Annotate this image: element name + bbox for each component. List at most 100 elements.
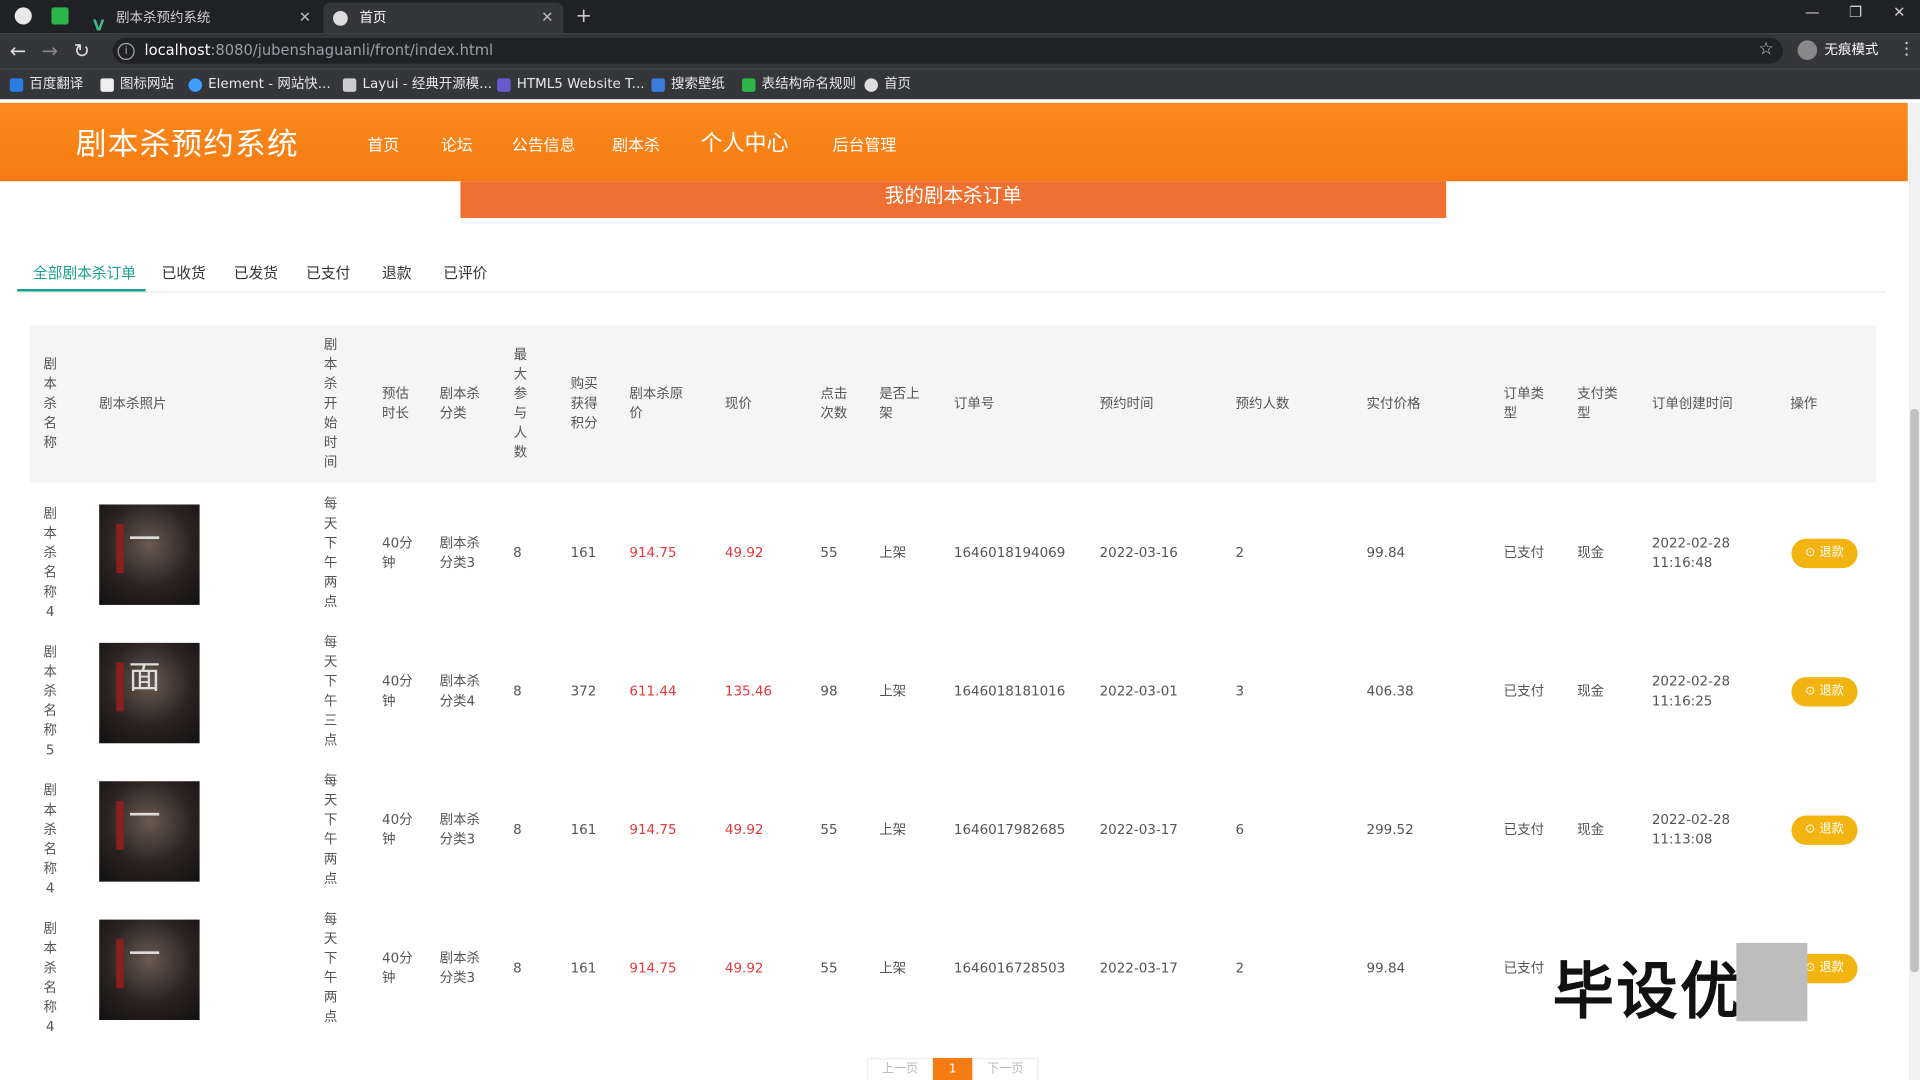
browser-menu-icon[interactable]	[14, 7, 32, 25]
new-tab-icon[interactable]: +	[576, 4, 592, 27]
col-current-price: 现价	[724, 395, 752, 412]
col-on-shelf: 是否上架	[879, 385, 920, 422]
more-menu-icon[interactable]: ⋮	[1898, 39, 1915, 59]
cell-duration: 40分钟	[382, 673, 413, 709]
incognito-icon	[1797, 40, 1818, 61]
cell-people: 2	[1235, 544, 1245, 561]
bookmark-item[interactable]: Layui - 经典开源模...	[342, 75, 492, 95]
cell-on-shelf: 上架	[879, 960, 907, 976]
tab-all-orders[interactable]: 全部剧本杀订单	[33, 262, 136, 283]
photo-tag	[116, 800, 124, 850]
vue-icon: V	[93, 17, 105, 35]
script-photo[interactable]: 面	[99, 642, 200, 744]
cell-paid-price: 299.52	[1366, 821, 1414, 838]
reload-icon[interactable]: ↻	[73, 39, 89, 62]
bookmark-label: 首页	[884, 75, 912, 92]
cell-start-time: 每天下午两点	[323, 495, 338, 610]
cell-clicks: 55	[820, 960, 838, 976]
cell-name: 剧本杀名称5	[43, 644, 57, 758]
page-1-button[interactable]: 1	[933, 1057, 973, 1080]
nav-notice[interactable]: 公告信息	[512, 132, 576, 155]
tab-shipped[interactable]: 已发货	[234, 262, 278, 283]
bookmark-label: 图标网站	[120, 75, 174, 92]
back-icon[interactable]: ←	[10, 39, 26, 62]
bookmark-star-icon[interactable]: ☆	[1758, 39, 1773, 59]
refund-button[interactable]: ⊙ 退款	[1791, 677, 1858, 707]
blurred-overlay	[1736, 942, 1808, 1022]
cell-booking-time: 2022-03-17	[1099, 960, 1178, 976]
nav-home[interactable]: 首页	[367, 132, 399, 155]
nav-forum[interactable]: 论坛	[441, 132, 473, 155]
refund-icon: ⊙	[1805, 822, 1820, 837]
tab-refund[interactable]: 退款	[382, 262, 411, 283]
cell-booking-time: 2022-03-17	[1099, 821, 1178, 838]
tab-received[interactable]: 已收货	[162, 262, 206, 283]
order-tabs: 全部剧本杀订单 已收货 已发货 已支付 退款 已评价	[17, 252, 1886, 293]
page-scrollbar[interactable]	[1908, 102, 1920, 1080]
next-page-button[interactable]: 下一页	[972, 1057, 1039, 1080]
cell-pay-type: 现金	[1577, 683, 1605, 700]
col-people: 预约人数	[1235, 395, 1290, 412]
cell-on-shelf: 上架	[879, 683, 907, 700]
element-icon	[188, 77, 203, 92]
tab-system[interactable]: V 剧本杀预约系统 ✕	[83, 2, 321, 35]
close-icon[interactable]: ✕	[541, 2, 553, 33]
bookmark-item[interactable]: 图标网站	[100, 75, 174, 95]
address-bar-row: ← → ↻ i localhost:8080/jubenshaguanli/fro…	[0, 33, 1920, 69]
bookmark-label: 表结构命名规则	[761, 75, 856, 92]
cell-max-people: 8	[513, 683, 522, 700]
scrollbar-thumb[interactable]	[1910, 408, 1919, 973]
cell-points: 161	[570, 544, 597, 561]
cell-paid-price: 406.38	[1366, 683, 1414, 700]
col-points: 购买获得积分	[570, 375, 598, 432]
col-order-no: 订单号	[953, 395, 995, 412]
bookmark-item[interactable]: 搜索壁纸	[651, 75, 725, 95]
flag-icon	[100, 77, 114, 92]
forward-icon[interactable]: →	[42, 39, 58, 62]
nav-admin[interactable]: 后台管理	[833, 132, 897, 155]
refund-button[interactable]: ⊙ 退款	[1791, 815, 1858, 845]
refund-button[interactable]: ⊙ 退款	[1791, 538, 1858, 569]
table-row: 剧本杀名称4 一 每天下午两点 40分钟 剧本杀分类3 8 161 914.75 49.92 55…	[29, 490, 1876, 628]
cell-original-price: 611.44	[629, 683, 677, 700]
refund-icon: ⊙	[1805, 684, 1820, 698]
tab-reviewed[interactable]: 已评价	[443, 262, 487, 283]
cell-order-no: 1646018194069	[953, 544, 1066, 561]
restore-icon[interactable]: ❐	[1849, 4, 1862, 21]
script-photo[interactable]: 一	[99, 781, 200, 882]
site-title: 剧本杀预约系统	[75, 126, 299, 162]
cell-paid-price: 99.84	[1366, 960, 1406, 976]
info-icon[interactable]: i	[117, 42, 135, 60]
script-photo[interactable]: 一	[99, 504, 200, 605]
cell-max-people: 8	[513, 821, 522, 838]
bookmark-item[interactable]: 表结构命名规则	[742, 75, 856, 95]
html5-icon	[497, 77, 511, 92]
cell-max-people: 8	[513, 960, 522, 976]
bookmark-item[interactable]: Element - 网站快...	[188, 75, 331, 95]
bookmark-item[interactable]: HTML5 Website T...	[497, 75, 645, 95]
refund-label: 退款	[1819, 822, 1844, 837]
sheet-icon	[742, 77, 756, 92]
script-photo[interactable]: 一	[99, 919, 200, 1021]
tab-home[interactable]: 首页 ✕	[323, 2, 564, 34]
col-paid-price: 实付价格	[1366, 395, 1421, 412]
nav-personal-center[interactable]: 个人中心	[700, 126, 788, 158]
cell-booking-time: 2022-03-16	[1099, 544, 1178, 561]
cell-clicks: 55	[820, 544, 838, 561]
col-action: 操作	[1790, 395, 1818, 412]
close-icon[interactable]: ✕	[299, 2, 311, 33]
pinned-tab-icon[interactable]	[51, 7, 69, 25]
bookmark-item[interactable]: 百度翻译	[9, 75, 83, 95]
nav-script[interactable]: 剧本杀	[612, 132, 660, 155]
cell-original-price: 914.75	[629, 960, 677, 976]
window-close-icon[interactable]: ✕	[1893, 4, 1905, 21]
tab-paid[interactable]: 已支付	[306, 262, 350, 283]
url-field[interactable]: i localhost:8080/jubenshaguanli/front/ind…	[112, 37, 1783, 64]
minimize-icon[interactable]: —	[1805, 4, 1820, 21]
bookmark-label: 搜索壁纸	[671, 75, 725, 92]
incognito-profile[interactable]: 无痕模式	[1797, 39, 1878, 61]
prev-page-button[interactable]: 上一页	[866, 1057, 934, 1080]
bookmark-item[interactable]: 首页	[864, 75, 911, 95]
cell-order-type: 已支付	[1503, 544, 1545, 561]
cell-current-price: 49.92	[724, 960, 764, 976]
